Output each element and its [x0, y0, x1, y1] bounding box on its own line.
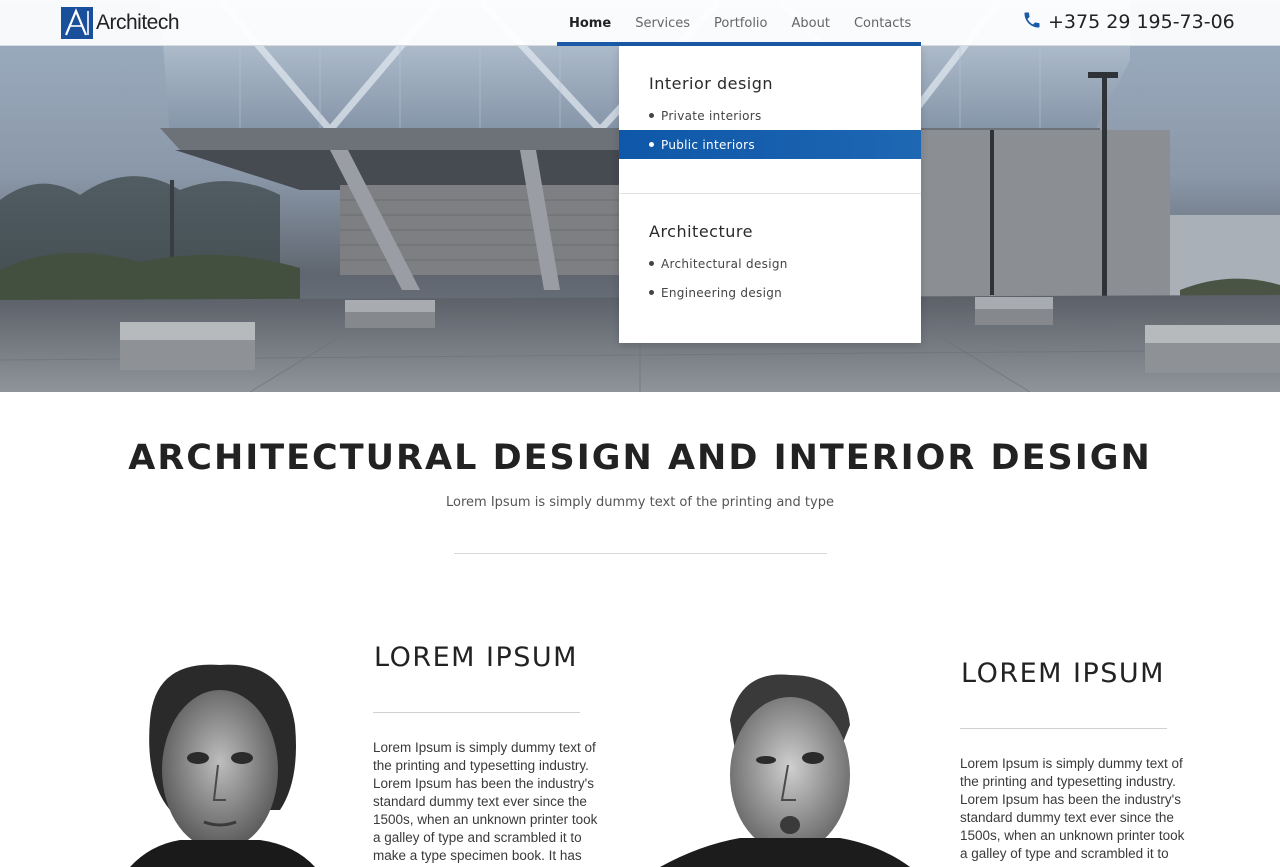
profile-1-text-line: Lorem Ipsum has been the industry's [373, 776, 594, 791]
dropdown-item-architectural-design[interactable]: Architectural design [619, 249, 921, 278]
profile-1-text: Lorem Ipsum is simply dummy text of the … [373, 739, 613, 865]
profile-2-text: Lorem Ipsum is simply dummy text of the … [960, 755, 1200, 863]
phone-icon [1022, 10, 1042, 34]
profile-photo-2 [660, 660, 910, 867]
logo-text: Architech [96, 11, 180, 34]
architech-logo-icon [61, 7, 93, 39]
nav-about[interactable]: About [780, 0, 842, 46]
bullet-icon [649, 261, 654, 266]
main-nav: Home Services Portfolio About Contacts [557, 0, 923, 46]
profile-1-text-line: standard dummy text ever since the [373, 794, 587, 809]
phone-number: +375 29 195-73-06 [1048, 11, 1235, 33]
profile-2-text-line: the printing and typesetting industry. [960, 774, 1176, 789]
dropdown-item-engineering-design[interactable]: Engineering design [619, 278, 921, 307]
bullet-icon [649, 290, 654, 295]
page-title: ARCHITECTURAL DESIGN AND INTERIOR DESIGN [128, 438, 1152, 478]
title-divider [454, 553, 827, 554]
site-logo[interactable]: Architech [61, 7, 180, 39]
dropdown-item-public-interiors[interactable]: Public interiors [619, 130, 921, 159]
nav-services[interactable]: Services [623, 0, 702, 46]
page-subtitle: Lorem Ipsum is simply dummy text of the … [446, 495, 834, 510]
dropdown-item-label: Engineering design [661, 285, 783, 300]
bullet-icon [649, 113, 654, 118]
profile-2-text-line: 1500s, when an unknown printer took [960, 828, 1185, 843]
nav-portfolio[interactable]: Portfolio [702, 0, 779, 46]
dropdown-item-label: Public interiors [661, 137, 755, 152]
header-phone[interactable]: +375 29 195-73-06 [1022, 10, 1235, 34]
profile-2-text-line: standard dummy text ever since the [960, 810, 1174, 825]
dropdown-group-interior-title: Interior design [649, 74, 774, 93]
profile-photo-1 [110, 640, 340, 867]
profile-2-divider [960, 728, 1167, 729]
dropdown-item-private-interiors[interactable]: Private interiors [619, 101, 921, 130]
profile-1-text-line: make a type specimen book. It has [373, 848, 582, 863]
dropdown-group-architecture-title: Architecture [649, 222, 753, 241]
bullet-icon [649, 142, 654, 147]
dropdown-item-label: Private interiors [661, 108, 762, 123]
dropdown-item-label: Architectural design [661, 256, 788, 271]
nav-home[interactable]: Home [557, 0, 623, 46]
dropdown-divider [619, 193, 921, 194]
profile-1-title: LOREM IPSUM [374, 642, 578, 673]
profile-2-text-line: Lorem Ipsum has been the industry's [960, 792, 1181, 807]
profile-1-text-line: Lorem Ipsum is simply dummy text of [373, 740, 596, 755]
profile-1-text-line: the printing and typesetting industry. [373, 758, 589, 773]
profile-1-text-line: a galley of type and scrambled it to [373, 830, 582, 845]
profile-1-divider [373, 712, 580, 713]
nav-contacts[interactable]: Contacts [842, 0, 923, 46]
profile-2-title: LOREM IPSUM [961, 658, 1165, 689]
profile-2-text-line: Lorem Ipsum is simply dummy text of [960, 756, 1183, 771]
services-dropdown-menu: Interior design Private interiors Public… [619, 46, 921, 343]
profile-2-text-line: a galley of type and scrambled it to [960, 846, 1169, 861]
profile-1-text-line: 1500s, when an unknown printer took [373, 812, 598, 827]
